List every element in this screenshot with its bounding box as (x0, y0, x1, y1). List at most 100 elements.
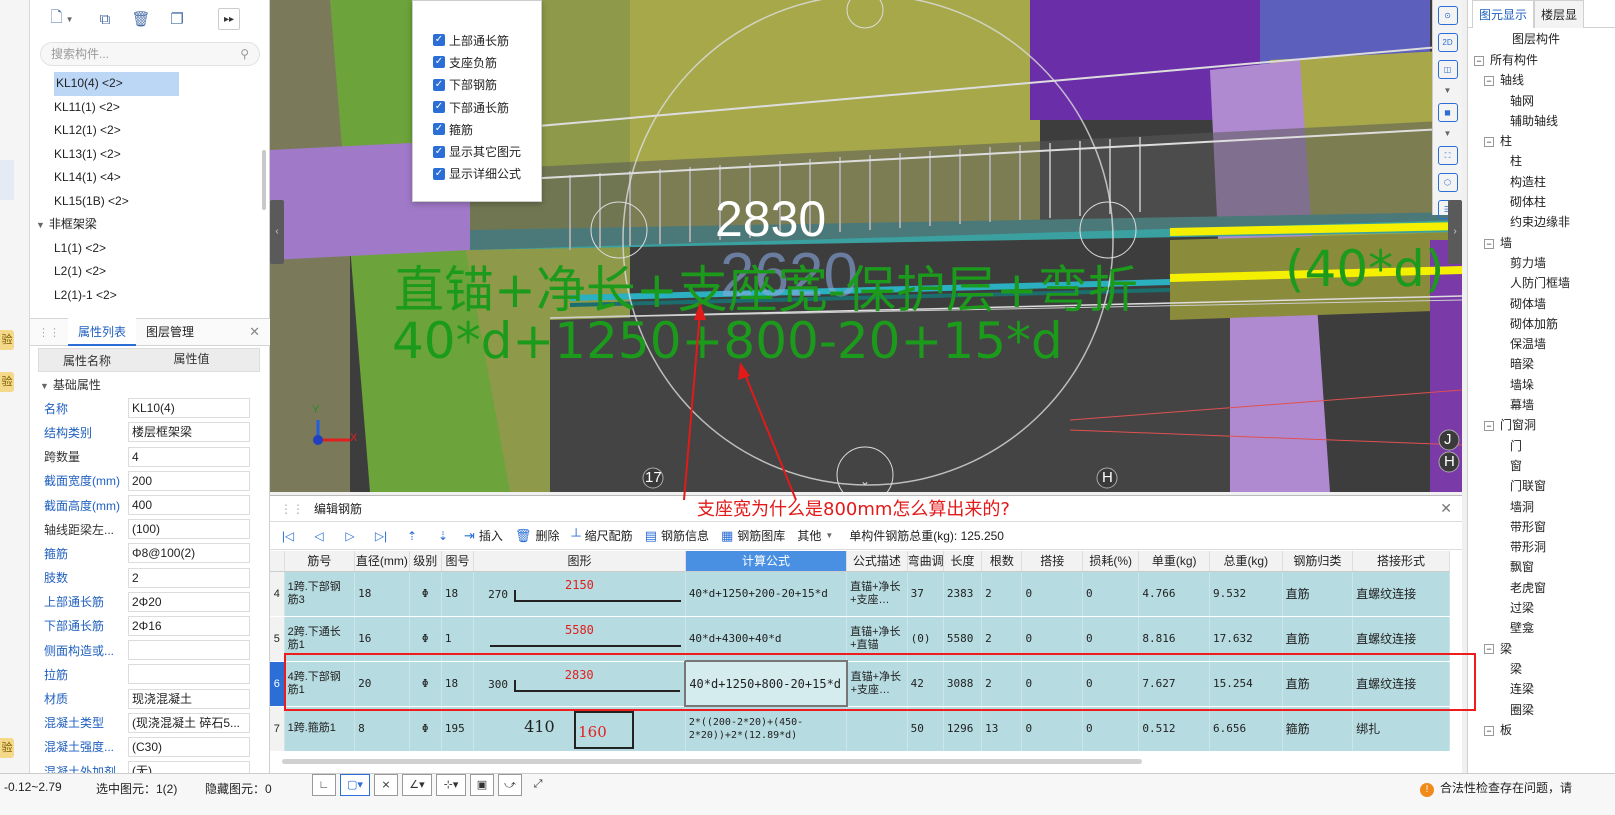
checkbox-checked-icon[interactable]: ✓ (433, 56, 445, 69)
property-section[interactable]: ▼ 基础属性 (38, 372, 260, 396)
property-value-field[interactable]: 2Φ16 (128, 615, 250, 636)
property-value-field[interactable]: 现浇混凝土 (128, 688, 250, 709)
checkbox-checked-icon[interactable]: ✓ (433, 34, 445, 47)
first-row-button[interactable]: |◁ (278, 527, 298, 545)
layer-tree-item[interactable]: 窗 (1468, 456, 1615, 476)
layer-checkbox-row[interactable]: ✓ 显示详细公式 (413, 163, 541, 185)
lap-form-cell[interactable]: 直螺纹连接 (1352, 616, 1450, 662)
property-value-field[interactable]: 2 (128, 567, 250, 588)
collapse-toggle-icon[interactable]: − (1474, 55, 1484, 66)
unit-weight-cell[interactable]: 8.816 (1138, 616, 1210, 662)
duplicate-button[interactable]: ❐ (164, 7, 190, 31)
column-header[interactable]: 单重(kg) (1138, 551, 1210, 572)
collapse-toggle-icon[interactable]: − (1484, 644, 1494, 655)
chevron-down-icon[interactable]: ▼ (1438, 87, 1458, 95)
total-weight-cell[interactable]: 9.532 (1209, 571, 1283, 617)
cube-view-icon[interactable]: ◫ (1437, 60, 1458, 79)
last-row-button[interactable]: ▷| (371, 527, 391, 545)
table-row[interactable]: 4 1跨.下部钢筋3 18 Φ 18 270 2150 40*d+1250+200-20+15… (270, 571, 1450, 617)
diameter-cell[interactable]: 16 (354, 616, 410, 662)
checkbox-checked-icon[interactable]: ✓ (433, 123, 445, 136)
layer-tree-item[interactable]: 轴网 (1468, 91, 1615, 111)
column-header[interactable]: 级别 (409, 551, 442, 572)
figure-number-cell[interactable]: 18 (441, 571, 475, 617)
layer-tree-item[interactable]: − 梁 (1468, 639, 1615, 659)
rebar-name-cell[interactable]: 1跨.箍筋1 (284, 706, 356, 752)
layer-tree-item[interactable]: 保温墙 (1468, 334, 1615, 354)
tab-floor-display[interactable]: 楼层显 (1534, 0, 1585, 28)
bend-adjust-cell[interactable]: 50 (907, 706, 944, 752)
2d-view-icon[interactable]: 2D (1437, 33, 1458, 52)
next-row-button[interactable]: ▷ (340, 527, 360, 545)
layer-tree-item[interactable]: − 所有构件 (1468, 50, 1615, 70)
property-value-field[interactable]: 400 (128, 495, 250, 516)
unit-weight-cell[interactable]: 0.512 (1138, 706, 1210, 752)
checkbox-checked-icon[interactable]: ✓ (433, 145, 445, 158)
other-menu[interactable]: 其他 ▼ (797, 527, 833, 544)
total-weight-cell[interactable]: 15.254 (1209, 661, 1283, 707)
column-header[interactable]: 总重(kg) (1209, 551, 1283, 572)
layer-tree-item[interactable]: 砌体柱 (1468, 192, 1615, 212)
layer-tree-item[interactable]: 剪力墙 (1468, 253, 1615, 273)
property-value-field[interactable] (128, 640, 250, 661)
figure-number-cell[interactable]: 18 (441, 661, 475, 707)
diameter-cell[interactable]: 18 (354, 571, 410, 617)
shape-cell[interactable]: 410 160 (473, 706, 686, 752)
length-cell[interactable]: 5580 (943, 616, 983, 662)
tab-property-list[interactable]: 属性列表 (68, 318, 137, 346)
count-cell[interactable]: 2 (981, 616, 1023, 662)
bend-adjust-cell[interactable]: (0) (907, 616, 944, 662)
more-button[interactable]: ▸▸ (218, 8, 240, 30)
lap-cell[interactable]: 0 (1021, 616, 1083, 662)
grade-cell[interactable]: Φ (409, 616, 442, 662)
3d-view[interactable]: ✓ 上部通长筋 ✓ 支座负筋 ✓ 下部钢筋 ✓ 下部通长筋 ✓ 箍筋 ✓ 显示其它图元 ✓ 显示详细公式 … (270, 0, 1462, 492)
loss-cell[interactable]: 0 (1082, 616, 1140, 662)
layer-tree-item[interactable]: 带形洞 (1468, 537, 1615, 557)
column-header[interactable]: 长度 (943, 551, 983, 572)
layer-tree-item[interactable]: 约束边缘非 (1468, 212, 1615, 232)
rebar-type-cell[interactable]: 直筋 (1282, 571, 1354, 617)
layer-checkbox-row[interactable]: ✓ 上部通长筋 (413, 29, 541, 51)
layer-tree-item[interactable]: 门联窗 (1468, 476, 1615, 496)
rebar-name-cell[interactable]: 2跨.下通长筋1 (284, 616, 356, 662)
close-icon[interactable]: ✕ (1440, 500, 1452, 517)
bend-adjust-cell[interactable]: 37 (907, 571, 944, 617)
length-cell[interactable]: 2383 (943, 571, 983, 617)
bend-adjust-cell[interactable]: 42 (907, 661, 944, 707)
layer-tree-item[interactable]: 壁龛 (1468, 618, 1615, 638)
count-cell[interactable]: 2 (981, 571, 1023, 617)
layer-tree-item[interactable]: 墙洞 (1468, 497, 1615, 517)
row-number[interactable]: 5 (270, 616, 285, 662)
length-cell[interactable]: 3088 (943, 661, 983, 707)
rebar-tool-button[interactable]: 🗑 删除 (515, 527, 560, 544)
shape-cell[interactable]: 300 2830 (473, 661, 686, 707)
rebar-type-cell[interactable]: 直筋 (1282, 661, 1354, 707)
lap-cell[interactable]: 0 (1021, 661, 1083, 707)
layer-tree-item[interactable]: 辅助轴线 (1468, 111, 1615, 131)
rebar-tool-button[interactable]: ⇥ 插入 (464, 527, 503, 544)
column-header[interactable]: 搭接形式 (1352, 551, 1450, 572)
list-item[interactable]: KL15(1B) <2> (30, 190, 262, 214)
property-value-field[interactable]: 4 (128, 446, 250, 467)
loss-cell[interactable]: 0 (1082, 571, 1140, 617)
shape-cell[interactable]: 270 2150 (473, 571, 686, 617)
column-header[interactable]: 图号 (441, 551, 475, 572)
layer-tree-item[interactable]: − 门窗洞 (1468, 415, 1615, 435)
angle-icon[interactable]: ∠▾ (402, 774, 432, 796)
length-cell[interactable]: 1296 (943, 706, 983, 752)
layer-tree-item[interactable]: 构造柱 (1468, 172, 1615, 192)
layer-checkbox-row[interactable]: ✓ 箍筋 (413, 118, 541, 140)
formula-cell[interactable]: 40*d+4300+40*d (685, 616, 848, 662)
property-value-field[interactable]: (现浇混凝土 碎石5... (128, 712, 250, 733)
solid-cube-icon[interactable]: ◼ (1437, 103, 1458, 122)
column-header[interactable]: 筋号 (284, 551, 356, 572)
expand-icon[interactable]: ⤢ (526, 774, 550, 796)
grade-cell[interactable]: Φ (409, 706, 442, 752)
formula-cell[interactable]: 2*((200-2*20)+(450-2*20))+2*(12.89*d) (685, 706, 848, 752)
table-horizontal-scrollbar[interactable] (282, 759, 1142, 764)
polar-icon[interactable]: ⤻ (498, 774, 522, 796)
list-item[interactable]: L2(1) <2> (30, 260, 262, 284)
drag-handle-icon[interactable]: ⋮⋮ (280, 496, 304, 521)
delete-button[interactable]: 🗑 (128, 7, 154, 31)
figure-number-cell[interactable]: 195 (441, 706, 475, 752)
